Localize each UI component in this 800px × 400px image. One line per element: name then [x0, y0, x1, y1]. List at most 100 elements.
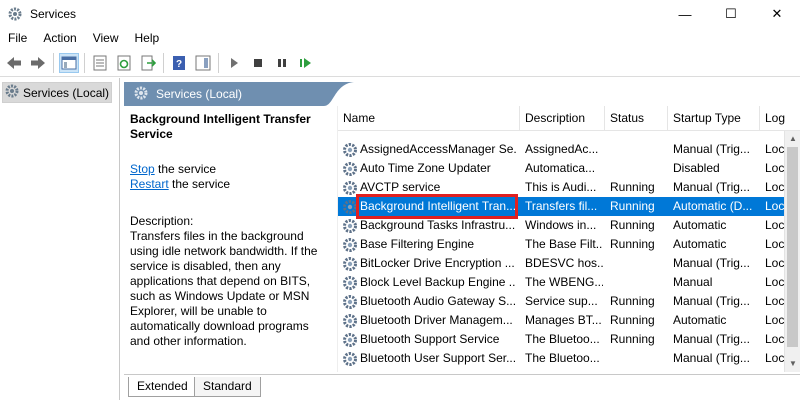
table-row[interactable]: AssignedAccessManager Se... AssignedAc...…: [338, 140, 785, 159]
service-description-cell: The Bluetoo...: [525, 351, 600, 365]
service-name-cell: Block Level Backup Engine ...: [360, 275, 516, 289]
forward-icon[interactable]: [28, 53, 48, 73]
service-name-cell: BitLocker Drive Encryption ...: [360, 256, 515, 270]
table-row[interactable]: Background Tasks Infrastru... Windows in.…: [338, 216, 785, 235]
back-icon[interactable]: [4, 53, 24, 73]
refresh-icon[interactable]: [114, 53, 134, 73]
restart-line: Restart the service: [130, 177, 323, 192]
pane-header-title: Services (Local): [156, 87, 243, 101]
menu-help[interactable]: Help: [127, 28, 168, 48]
table-row[interactable]: BitLocker Drive Encryption ... BDESVC hos…: [338, 254, 785, 273]
stop-link-suffix: the service: [154, 162, 217, 176]
service-status-cell: Running: [610, 332, 655, 346]
service-description-cell: BDESVC hos...: [525, 256, 603, 270]
service-detail-panel: Background Intelligent Transfer Service …: [124, 106, 329, 372]
service-description-cell: The WBENG...: [525, 275, 603, 289]
help-icon[interactable]: ?: [169, 53, 189, 73]
table-row[interactable]: Auto Time Zone Updater Automatica... Disab…: [338, 159, 785, 178]
service-startup-type-cell: Automatic: [673, 237, 727, 251]
service-gear-icon: [342, 256, 358, 272]
list-header: ^ Name Description Status Startup Type L…: [338, 106, 800, 131]
toolbar-separator: [84, 52, 85, 73]
service-startup-type-cell: Manual: [673, 275, 713, 289]
service-description-cell: This is Audi...: [525, 180, 597, 194]
service-gear-icon: [342, 237, 358, 253]
services-gear-icon: [5, 84, 19, 101]
close-button[interactable]: ✕: [754, 0, 800, 28]
table-row[interactable]: Block Level Backup Engine ... The WBENG..…: [338, 273, 785, 292]
service-status-cell: Running: [610, 237, 655, 251]
properties-icon[interactable]: [90, 53, 110, 73]
menu-file[interactable]: File: [0, 28, 35, 48]
service-description-cell: The Bluetoo...: [525, 332, 600, 346]
table-row[interactable]: Bluetooth User Support Ser... The Bluetoo…: [338, 349, 785, 368]
services-list: ^ Name Description Status Startup Type L…: [337, 106, 800, 372]
service-startup-type-cell: Manual (Trig...: [673, 294, 750, 308]
service-startup-type-cell: Automatic: [673, 218, 727, 232]
restart-service-link[interactable]: Restart: [130, 177, 169, 191]
service-gear-icon: [342, 218, 358, 234]
svg-text:?: ?: [176, 59, 182, 70]
description-label: Description:: [130, 214, 194, 228]
service-description-cell: Transfers fil...: [525, 199, 598, 213]
service-description-cell: Manages BT...: [525, 313, 602, 327]
service-name-cell: Background Tasks Infrastru...: [360, 218, 516, 232]
show-hide-console-tree-icon[interactable]: [59, 52, 79, 73]
pause-service-icon[interactable]: [272, 53, 292, 73]
export-list-icon[interactable]: [138, 53, 158, 73]
menu-bar: File Action View Help: [0, 28, 800, 48]
scroll-down-icon[interactable]: ▼: [785, 356, 800, 372]
stop-service-icon[interactable]: [248, 53, 268, 73]
table-row[interactable]: AVCTP service This is Audi... Running Manua…: [338, 178, 785, 197]
service-detail-title: Background Intelligent Transfer Service: [130, 112, 311, 141]
tree-item-label: Services (Local): [23, 85, 110, 100]
maximize-button[interactable]: ☐: [708, 0, 754, 28]
table-row[interactable]: Base Filtering Engine The Base Filt... Run…: [338, 235, 785, 254]
minimize-button[interactable]: —: [662, 0, 708, 28]
service-name-cell: Bluetooth User Support Ser...: [360, 351, 516, 365]
toolbar-separator: [163, 52, 164, 73]
column-header-description[interactable]: Description: [520, 106, 605, 131]
tab-extended[interactable]: Extended: [128, 377, 197, 397]
service-startup-type-cell: Disabled: [673, 161, 720, 175]
column-header-name[interactable]: Name: [338, 106, 520, 131]
show-hide-action-pane-icon[interactable]: [193, 53, 213, 73]
service-description-cell: Windows in...: [525, 218, 597, 232]
column-header-startup-type[interactable]: Startup Type: [668, 106, 760, 131]
table-row[interactable]: Bluetooth Driver Managem... Manages BT...…: [338, 311, 785, 330]
window-title: Services: [30, 7, 77, 21]
service-name-cell: Bluetooth Support Service: [360, 332, 500, 346]
menu-view[interactable]: View: [85, 28, 127, 48]
table-row[interactable]: Bluetooth Audio Gateway S... Service sup.…: [338, 292, 785, 311]
restart-service-icon[interactable]: [296, 53, 316, 73]
table-row[interactable]: Bluetooth Support Service The Bluetoo... R…: [338, 330, 785, 349]
toolbar: ?: [0, 49, 800, 77]
stop-line: Stop the service: [130, 162, 323, 177]
service-name-cell: Background Intelligent Tran...: [360, 199, 516, 213]
service-gear-icon: [342, 180, 358, 196]
service-description-cell: The Base Filt...: [525, 237, 603, 251]
stop-service-link[interactable]: Stop: [130, 162, 155, 176]
tree-item-services-local[interactable]: Services (Local): [2, 82, 113, 103]
list-rows: AssignedAccessManager Se... AssignedAc...…: [338, 140, 785, 368]
service-description: Transfers files in the background using …: [130, 229, 318, 348]
title-bar: Services — ☐ ✕: [0, 0, 800, 28]
service-startup-type-cell: Automatic (D...: [673, 199, 753, 213]
table-row[interactable]: Background Intelligent Tran... Transfers …: [338, 194, 785, 219]
column-header-log-on-as[interactable]: Log: [760, 106, 800, 131]
column-header-status[interactable]: Status: [605, 106, 668, 131]
scroll-thumb[interactable]: [787, 147, 798, 347]
service-startup-type-cell: Manual (Trig...: [673, 332, 750, 346]
tab-standard[interactable]: Standard: [194, 377, 261, 397]
vertical-scrollbar[interactable]: ▲ ▼: [784, 131, 800, 372]
service-startup-type-cell: Automatic: [673, 313, 727, 327]
menu-action[interactable]: Action: [35, 28, 84, 48]
start-service-icon[interactable]: [224, 53, 244, 73]
console-tree: Services (Local): [0, 78, 120, 400]
services-pane: Services (Local) Background Intelligent …: [124, 78, 800, 400]
service-description-cell: Service sup...: [525, 294, 598, 308]
scroll-up-icon[interactable]: ▲: [785, 131, 800, 147]
service-status-cell: Running: [610, 180, 655, 194]
service-startup-type-cell: Manual (Trig...: [673, 256, 750, 270]
service-status-cell: Running: [610, 294, 655, 308]
